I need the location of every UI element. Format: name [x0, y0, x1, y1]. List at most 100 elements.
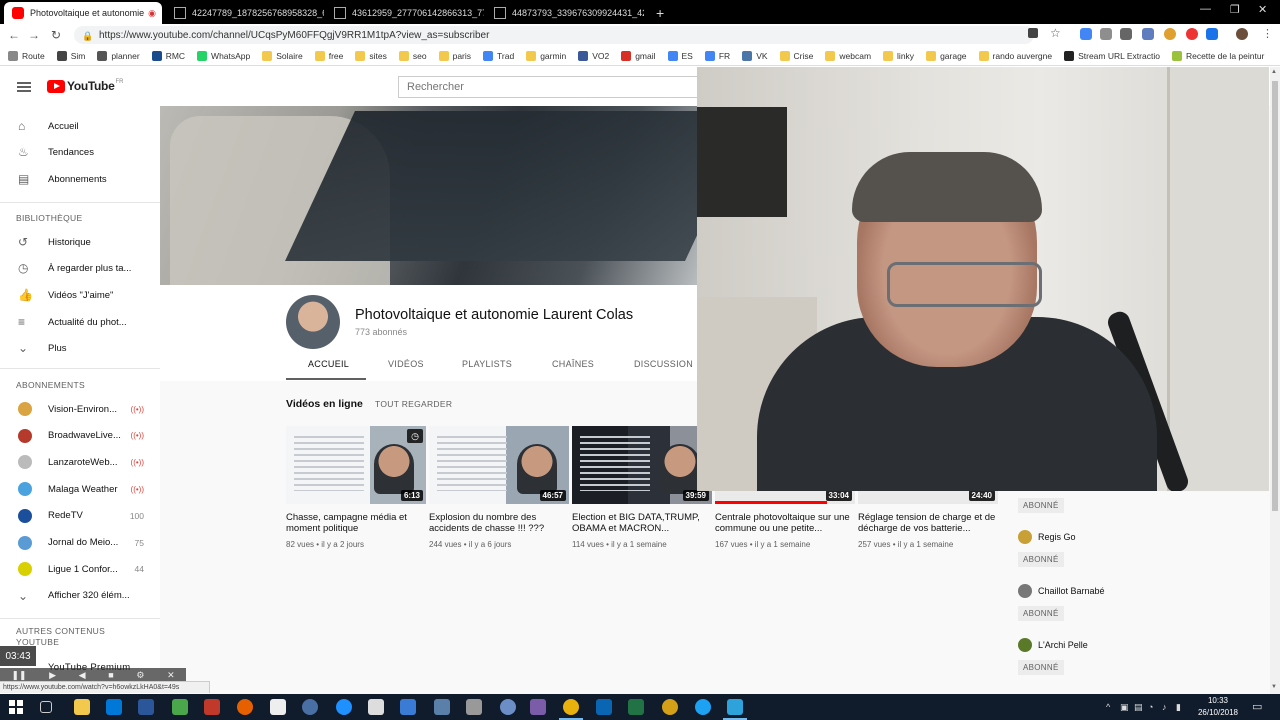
sidebar-item[interactable]: BroadwaveLive... ((•)) [0, 423, 160, 449]
video-title[interactable]: Chasse, campagne média et moment politiq… [286, 512, 426, 534]
menu-dots-icon[interactable]: ⋮ [1262, 27, 1273, 40]
bookmark-item[interactable]: Crise [779, 50, 813, 61]
sidebar-item[interactable]: ♨ Tendances [0, 140, 160, 166]
filezilla-icon[interactable] [204, 699, 220, 715]
new-tab-button[interactable]: + [648, 2, 670, 24]
close-icon[interactable]: ✕ [167, 670, 175, 681]
pause-icon[interactable]: ❚❚ [11, 670, 26, 681]
channel-avatar[interactable] [286, 295, 340, 349]
sidebar-item[interactable]: Vision-Environ... ((•)) [0, 396, 160, 422]
sidebar-item[interactable]: Jornal do Meio... 75 [0, 530, 160, 556]
tray-chevron-icon[interactable]: ^ [1106, 702, 1110, 712]
app-gold-icon[interactable] [662, 699, 678, 715]
restore-icon[interactable]: ❐ [1230, 3, 1240, 16]
cast-icon[interactable] [1120, 28, 1132, 40]
bookmark-item[interactable]: paris [438, 50, 471, 61]
bookmark-item[interactable]: FR [704, 50, 730, 61]
minimize-icon[interactable]: — [1200, 3, 1211, 15]
notepad-icon[interactable] [270, 699, 286, 715]
player-control-bar[interactable]: ❚❚ ▶ ◀ ■ ⚙ ✕ [0, 668, 186, 682]
video-thumbnail[interactable]: ◷ 6:13 [286, 426, 426, 504]
app-circle-icon[interactable] [302, 699, 318, 715]
settings-app-icon[interactable] [434, 699, 450, 715]
app-globe-icon[interactable] [500, 699, 516, 715]
forward-arrow-icon[interactable]: → [24, 28, 44, 42]
subscribed-button[interactable]: ABONNÉ [1018, 498, 1064, 513]
close-window-icon[interactable]: ✕ [1258, 3, 1267, 16]
bookmark-item[interactable]: VO2 [578, 50, 609, 61]
windows-start-icon[interactable] [8, 699, 24, 715]
video-title[interactable]: Explosion du nombre des accidents de cha… [429, 512, 569, 534]
sidebar-item[interactable]: ↺ Historique [0, 229, 160, 255]
sidebar-item[interactable]: LanzaroteWeb... ((•)) [0, 449, 160, 475]
bookmark-item[interactable]: Route [8, 50, 45, 61]
subscribed-button[interactable]: ABONNÉ [1018, 660, 1064, 675]
stop-icon[interactable]: ■ [108, 670, 113, 680]
tray-volume-icon[interactable]: ♪ [1162, 702, 1167, 712]
tab-chaines[interactable]: CHAÎNES [552, 359, 594, 369]
video-card[interactable]: 39:59 Election et BIG DATA,TRUMP, OBAMA e… [572, 426, 712, 549]
video-title[interactable]: Centrale photovoltaique sur une commune … [715, 512, 855, 534]
bookmark-item[interactable]: linky [883, 50, 914, 61]
app-icon[interactable] [172, 699, 188, 715]
sidebar-item[interactable]: Ligue 1 Confor... 44 [0, 556, 160, 582]
sidebar-item[interactable]: ▤ Abonnements [0, 166, 160, 192]
profile-avatar-icon[interactable] [1236, 28, 1248, 40]
reload-icon[interactable]: ↻ [46, 28, 66, 42]
cookie-extension-icon[interactable] [1164, 28, 1176, 40]
video-card[interactable]: ◷ 6:13 Chasse, campagne média et moment po… [286, 426, 426, 549]
sidebar-item[interactable]: ≡ Actualité du phot... [0, 309, 160, 335]
tab-discussion[interactable]: DISCUSSION [634, 359, 693, 369]
address-bar[interactable]: 🔒 https://www.youtube.com/channel/UCqsPy… [74, 26, 1034, 44]
sidebar-item[interactable]: ◷ À regarder plus ta... [0, 256, 160, 282]
video-card[interactable]: 46:57 Explosion du nombre des accidents d… [429, 426, 569, 549]
bookmark-item[interactable]: Solaire [262, 50, 303, 61]
shield-extension-icon[interactable] [1100, 28, 1112, 40]
bookmark-item[interactable]: seo [398, 50, 427, 61]
subscriber-avatar[interactable] [1018, 638, 1032, 652]
bookmark-item[interactable]: gmail [621, 50, 656, 61]
youtube-logo[interactable]: YouTube FR [47, 79, 123, 93]
sidebar-item[interactable]: ⌄ Plus [0, 336, 160, 362]
photos-icon[interactable] [466, 699, 482, 715]
subscribed-button[interactable]: ABONNÉ [1018, 552, 1064, 567]
subscriber-name[interactable]: Regis Go [1038, 532, 1076, 542]
taskbar-clock[interactable]: 10:33 26/10/2018 [1193, 695, 1243, 719]
firefox-icon[interactable] [237, 699, 253, 715]
scroll-down-arrow-icon[interactable]: ▼ [1271, 684, 1277, 690]
tab-image-1[interactable]: 42247789_1878256768958328_6 ✕ [166, 2, 324, 24]
watch-later-icon[interactable]: ◷ [407, 429, 423, 443]
sidebar-item[interactable]: Malaga Weather ((•)) [0, 476, 160, 502]
tab-videos[interactable]: VIDÉOS [388, 359, 424, 369]
bookmark-item[interactable]: Trad [483, 50, 514, 61]
subscriber-name[interactable]: L'Archi Pelle [1038, 640, 1088, 650]
video-thumbnail[interactable]: 46:57 [429, 426, 569, 504]
bookmark-item[interactable]: rando auvergne [978, 50, 1052, 61]
search-input[interactable] [398, 76, 698, 98]
sidebar-item[interactable]: ⌄ Afficher 320 élém... [0, 583, 160, 609]
scroll-up-arrow-icon[interactable]: ▲ [1271, 69, 1277, 75]
bookmark-item[interactable]: RMC [151, 50, 185, 61]
volume-icon[interactable]: ◀ [79, 670, 86, 681]
bookmark-item[interactable]: planner [97, 50, 140, 61]
word-icon[interactable] [138, 699, 154, 715]
bookmark-item[interactable]: sites [355, 50, 387, 61]
subscriber-avatar[interactable] [1018, 530, 1032, 544]
bookmark-item[interactable]: garmin [526, 50, 566, 61]
recorder-app-icon[interactable] [723, 699, 747, 720]
tray-app-icon[interactable]: ▣ [1120, 702, 1129, 713]
bookmark-item[interactable]: free [314, 50, 343, 61]
tab-photovoltaique[interactable]: Photovoltaique et autonomie ◉ ✕ [4, 2, 162, 24]
outlook-icon[interactable] [596, 699, 612, 715]
bookmark-item[interactable]: ES [667, 50, 693, 61]
tab-accueil[interactable]: ACCUEIL [308, 359, 349, 369]
tray-battery-icon[interactable]: ▮ [1176, 702, 1181, 713]
app-purple-icon[interactable] [530, 699, 546, 715]
sidebar-item[interactable]: RedeTV 100 [0, 503, 160, 529]
bookmark-item[interactable]: Recette de la peintur [1171, 50, 1264, 61]
video-title[interactable]: Réglage tension de charge et de décharge… [858, 512, 998, 534]
notifications-icon[interactable]: ▭ [1252, 700, 1262, 713]
video-title[interactable]: Election et BIG DATA,TRUMP, OBAMA et MAC… [572, 512, 712, 534]
network-app-icon[interactable] [400, 699, 416, 715]
plus-extension-icon[interactable] [1206, 28, 1218, 40]
